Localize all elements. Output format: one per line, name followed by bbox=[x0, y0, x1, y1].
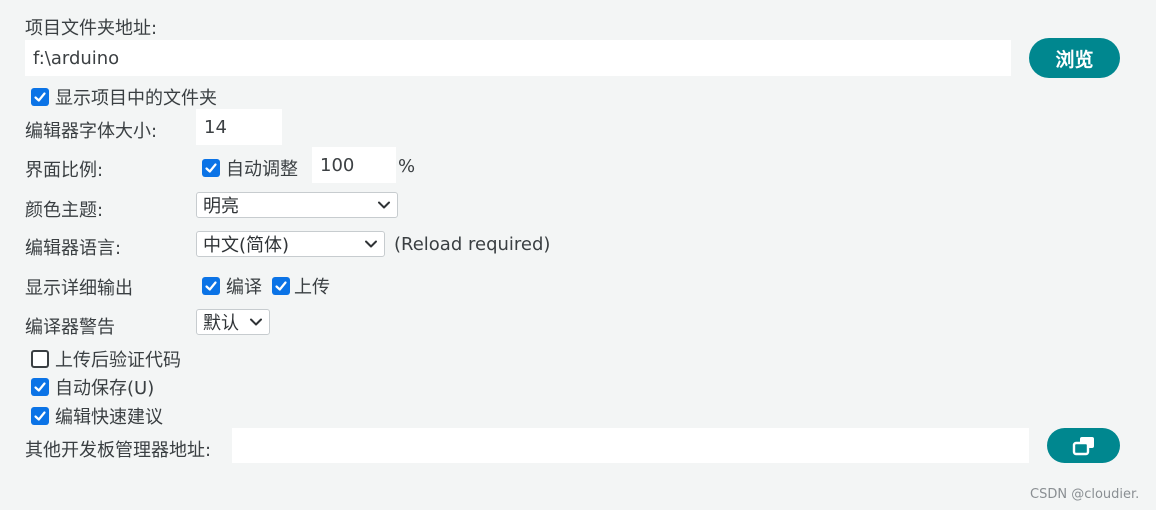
show-project-folder-option[interactable]: 显示项目中的文件夹 bbox=[31, 84, 217, 110]
scale-label: 界面比例: bbox=[25, 160, 104, 181]
verbose-upload-label: 上传 bbox=[294, 277, 330, 298]
checkmark-icon bbox=[205, 281, 217, 291]
theme-value: 明亮 bbox=[203, 196, 239, 217]
font-size-label: 编辑器字体大小: bbox=[25, 121, 158, 142]
project-folder-label: 项目文件夹地址: bbox=[25, 18, 158, 39]
verbose-compile-label: 编译 bbox=[226, 277, 262, 298]
verbose-upload-option[interactable]: 上传 bbox=[272, 273, 330, 299]
chevron-down-icon bbox=[378, 201, 390, 209]
scale-input[interactable] bbox=[312, 147, 396, 183]
scale-unit: % bbox=[398, 156, 416, 177]
auto-scale-label: 自动调整 bbox=[226, 159, 298, 180]
board-manager-edit-button[interactable] bbox=[1047, 428, 1120, 463]
compiler-warnings-label: 编译器警告 bbox=[25, 317, 115, 338]
font-size-input[interactable] bbox=[196, 109, 282, 145]
project-folder-input[interactable] bbox=[25, 40, 1011, 76]
compiler-warnings-value: 默认 bbox=[203, 313, 239, 334]
checkmark-icon bbox=[34, 92, 46, 102]
quick-suggestions-option[interactable]: 编辑快速建议 bbox=[31, 403, 163, 429]
theme-label: 颜色主题: bbox=[25, 200, 104, 221]
compiler-warnings-select[interactable]: 默认 bbox=[196, 309, 270, 335]
board-manager-input[interactable] bbox=[232, 428, 1029, 463]
auto-save-label: 自动保存(U) bbox=[55, 378, 155, 399]
auto-save-option[interactable]: 自动保存(U) bbox=[31, 374, 154, 400]
show-project-folder-checkbox[interactable] bbox=[31, 88, 49, 106]
language-value: 中文(简体) bbox=[203, 235, 290, 256]
checkmark-icon bbox=[34, 411, 46, 421]
language-label: 编辑器语言: bbox=[25, 238, 122, 259]
show-project-folder-label: 显示项目中的文件夹 bbox=[55, 88, 217, 109]
auto-save-checkbox[interactable] bbox=[31, 378, 49, 396]
checkmark-icon bbox=[275, 281, 287, 291]
open-window-icon bbox=[1072, 436, 1094, 455]
language-select[interactable]: 中文(简体) bbox=[196, 231, 385, 257]
auto-scale-option[interactable]: 自动调整 bbox=[202, 155, 298, 181]
chevron-down-icon bbox=[250, 318, 262, 326]
checkmark-icon bbox=[34, 382, 46, 392]
checkmark-icon bbox=[205, 163, 217, 173]
verify-after-upload-option[interactable]: 上传后验证代码 bbox=[31, 346, 181, 372]
quick-suggestions-label: 编辑快速建议 bbox=[55, 407, 163, 428]
verify-after-upload-label: 上传后验证代码 bbox=[55, 350, 181, 371]
chevron-down-icon bbox=[365, 240, 377, 248]
verbose-upload-checkbox[interactable] bbox=[272, 277, 290, 295]
quick-suggestions-checkbox[interactable] bbox=[31, 407, 49, 425]
verbose-compile-option[interactable]: 编译 bbox=[202, 273, 262, 299]
watermark: CSDN @cloudier. bbox=[1030, 487, 1140, 502]
verbose-label: 显示详细输出 bbox=[25, 278, 133, 299]
verbose-compile-checkbox[interactable] bbox=[202, 277, 220, 295]
theme-select[interactable]: 明亮 bbox=[196, 192, 398, 218]
verify-after-upload-checkbox[interactable] bbox=[31, 350, 49, 368]
reload-required-note: (Reload required) bbox=[394, 234, 551, 255]
board-manager-label: 其他开发板管理器地址: bbox=[25, 440, 212, 461]
browse-button[interactable]: 浏览 bbox=[1029, 38, 1120, 78]
auto-scale-checkbox[interactable] bbox=[202, 159, 220, 177]
